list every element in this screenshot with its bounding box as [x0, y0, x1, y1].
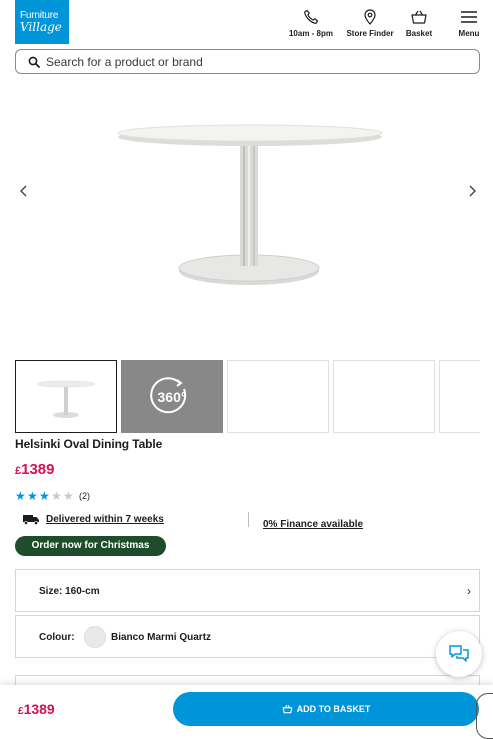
star-empty-icon: ★: [51, 489, 62, 503]
search-bar[interactable]: [15, 49, 480, 74]
map-pin-icon: [364, 9, 376, 25]
add-to-basket-label: ADD TO BASKET: [296, 704, 371, 714]
star-empty-icon: ★: [63, 489, 74, 503]
chevron-right-icon: ›: [467, 584, 471, 598]
thumbnail-1[interactable]: [15, 360, 117, 433]
colour-label: Colour:: [39, 632, 75, 643]
size-value: 160-cm: [65, 586, 100, 597]
add-to-basket-button[interactable]: ADD TO BASKET: [173, 692, 479, 726]
christmas-badge: Order now for Christmas: [15, 536, 166, 556]
thumbnail-strip: 360°: [15, 360, 480, 433]
menu-button[interactable]: Menu: [452, 9, 486, 38]
menu-label: Menu: [458, 29, 480, 38]
bar-edge-decoration: [476, 693, 493, 739]
star-icon: ★: [39, 489, 50, 503]
thumbnail-3[interactable]: [227, 360, 329, 433]
logo-line2: Village: [20, 20, 62, 34]
chat-bubbles-icon: [449, 645, 469, 662]
sticky-price-value: 1389: [23, 701, 55, 717]
opening-hours-label: 10am - 8pm: [288, 29, 334, 38]
search-icon: [28, 56, 40, 68]
basket-link[interactable]: Basket: [402, 9, 436, 38]
star-icon: ★: [15, 489, 26, 503]
product-main-image[interactable]: [15, 80, 480, 350]
info-divider: [248, 512, 249, 527]
sticky-price: £1389: [18, 701, 55, 717]
size-option-text: Size: 160-cm: [39, 586, 100, 597]
sticky-add-to-basket-bar: £1389 ADD TO BASKET: [0, 685, 493, 739]
colour-swatch: [84, 626, 106, 648]
price-value: 1389: [21, 461, 55, 478]
product-title: Helsinki Oval Dining Table: [15, 437, 163, 451]
thumbnail-5[interactable]: [439, 360, 480, 433]
product-price: £1389: [15, 461, 55, 478]
thumbnail-360-label: 360°: [158, 389, 187, 405]
review-count: (2): [79, 491, 90, 501]
rotate-360-icon: 360°: [150, 377, 187, 414]
furniture-village-logo[interactable]: Furniture Village: [15, 0, 69, 44]
site-header: Furniture Village 10am - 8pm Store Finde…: [0, 0, 493, 46]
finance-info: 0% Finance available: [263, 514, 363, 532]
thumbnail-4[interactable]: [333, 360, 435, 433]
basket-icon: [411, 10, 427, 24]
delivery-link[interactable]: Delivered within 7 weeks: [46, 514, 164, 525]
next-image-arrow-icon[interactable]: [462, 178, 482, 204]
oval-dining-table-image: [117, 124, 383, 285]
delivery-info: Delivered within 7 weeks: [22, 513, 164, 525]
store-finder-link[interactable]: Store Finder: [343, 9, 397, 38]
basket-icon: [282, 705, 292, 714]
delivery-truck-icon: [23, 515, 39, 525]
star-icon: ★: [27, 489, 38, 503]
colour-selector[interactable]: Colour: Bianco Marmi Quartz: [15, 615, 480, 658]
phone-icon: [304, 9, 319, 24]
previous-image-arrow-icon[interactable]: [14, 178, 34, 204]
size-label: Size:: [39, 586, 63, 597]
hamburger-icon: [461, 11, 477, 23]
colour-value: Bianco Marmi Quartz: [111, 632, 212, 643]
chat-button[interactable]: [436, 631, 482, 677]
size-selector[interactable]: Size: 160-cm ›: [15, 569, 480, 612]
basket-label: Basket: [405, 29, 433, 38]
opening-hours-link[interactable]: 10am - 8pm: [286, 9, 336, 38]
finance-link[interactable]: 0% Finance available: [263, 519, 363, 530]
search-input[interactable]: [46, 52, 466, 71]
table-thumbnail-image: [36, 380, 96, 418]
star-rating[interactable]: ★ ★ ★ ★ ★ (2): [15, 490, 90, 502]
thumbnail-360-view[interactable]: 360°: [121, 360, 223, 433]
store-finder-label: Store Finder: [346, 29, 394, 38]
